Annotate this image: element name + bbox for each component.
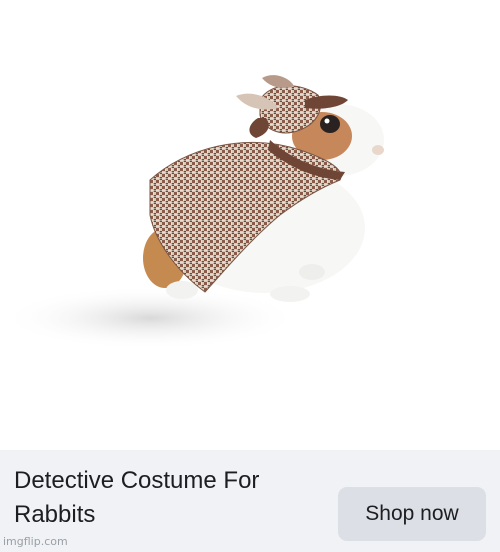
shop-now-button[interactable]: Shop now bbox=[338, 487, 486, 541]
ad-title[interactable]: Detective Costume For Rabbits bbox=[14, 464, 334, 532]
rabbit-nose bbox=[372, 145, 384, 155]
rabbit-ear-right bbox=[262, 75, 294, 88]
rabbit-hind-foot bbox=[166, 281, 198, 299]
rabbit-eye bbox=[320, 115, 340, 133]
rabbit-shadow bbox=[0, 286, 300, 350]
product-image[interactable] bbox=[0, 0, 500, 450]
rabbit-front-foot-2 bbox=[299, 264, 325, 280]
hat-back-brim bbox=[249, 118, 269, 138]
ad-footer: Detective Costume For Rabbits Shop now bbox=[0, 450, 500, 552]
imgflip-watermark: imgflip.com bbox=[3, 535, 68, 548]
rabbit-in-detective-costume-image bbox=[0, 75, 384, 350]
sponsored-ad-card[interactable]: Detective Costume For Rabbits Shop now i… bbox=[0, 0, 500, 552]
rabbit-front-foot bbox=[270, 286, 310, 302]
